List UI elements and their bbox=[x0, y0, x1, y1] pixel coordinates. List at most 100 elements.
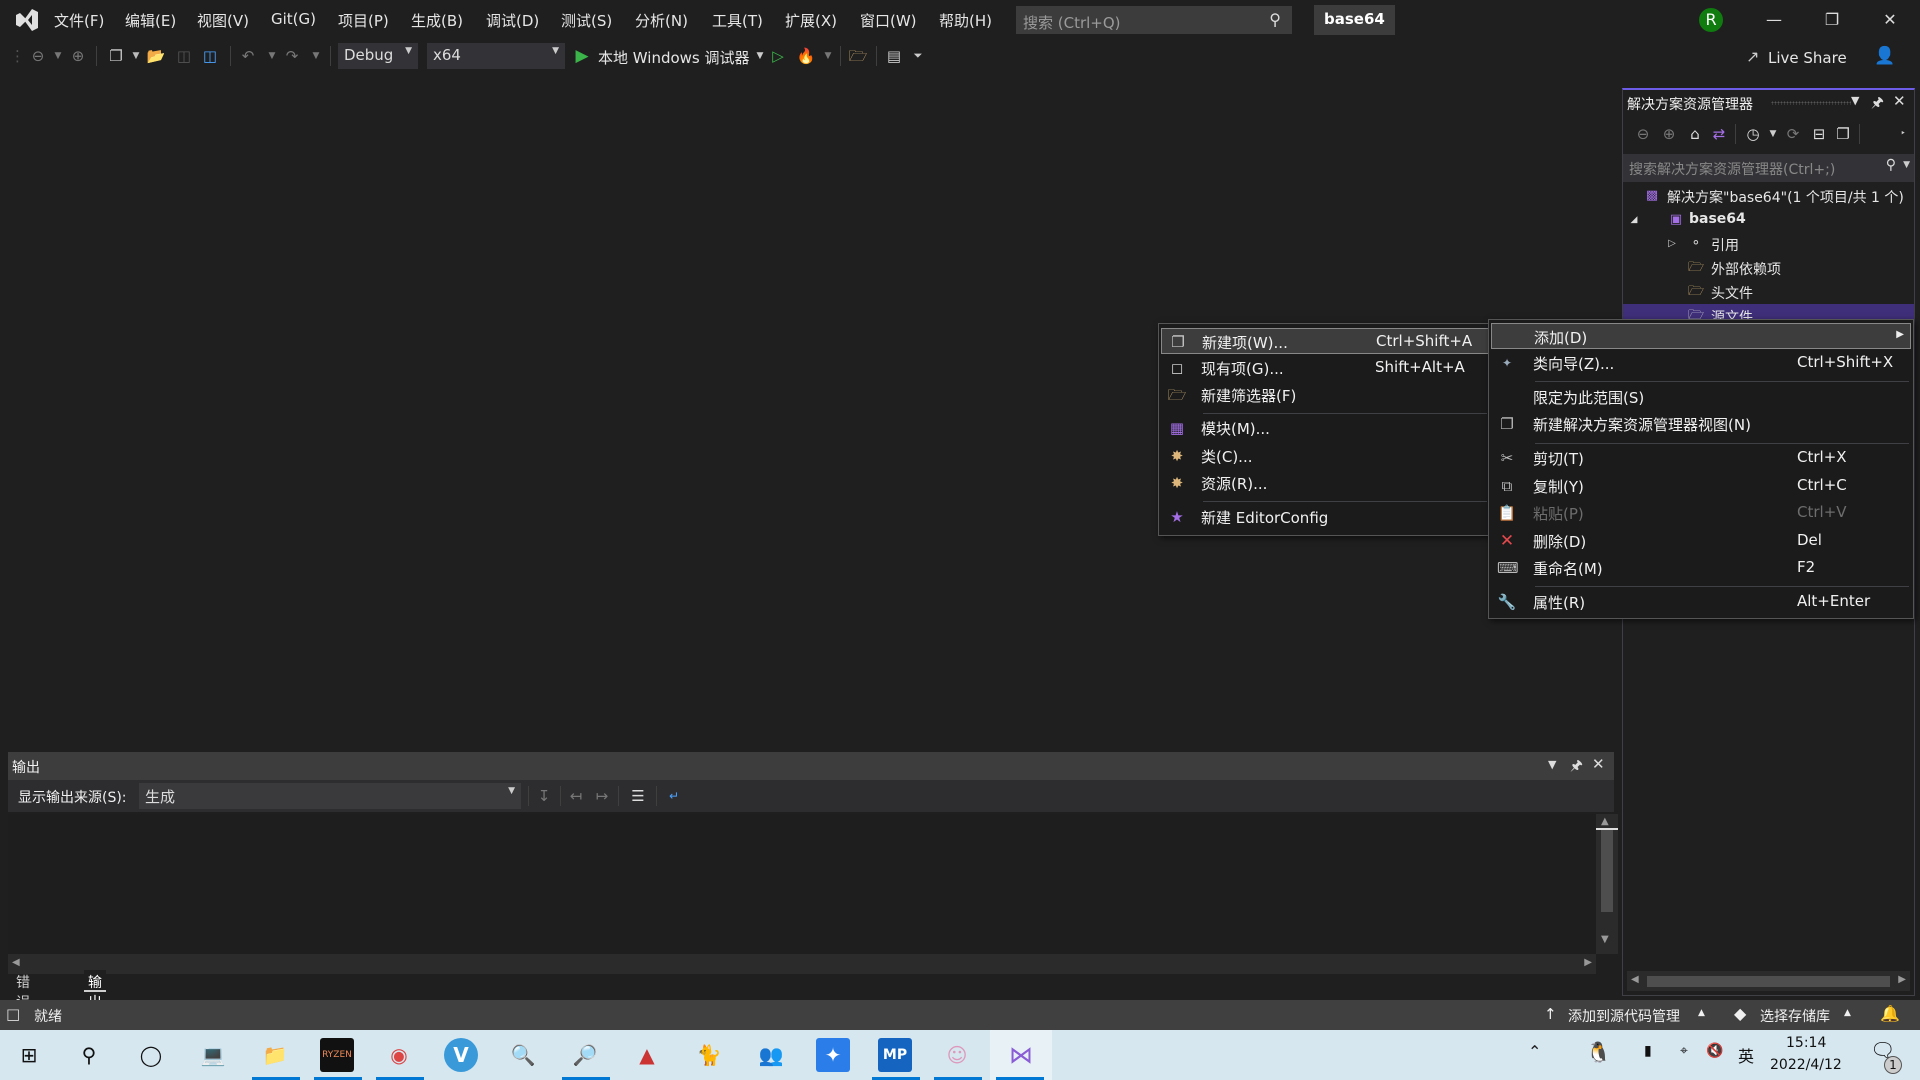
select-repository-button[interactable]: 选择存储库 bbox=[1760, 1006, 1830, 1026]
notification-bell-icon[interactable]: 🔔 bbox=[1880, 1004, 1900, 1023]
home-icon[interactable]: ⌂ bbox=[1685, 124, 1705, 144]
menu-view[interactable]: 视图(V) bbox=[197, 10, 249, 31]
scroll-right-icon[interactable]: ▶ bbox=[1898, 974, 1906, 985]
wifi-icon[interactable]: ⌖ bbox=[1680, 1043, 1688, 1059]
sync-icon[interactable]: ⟳ bbox=[1783, 124, 1803, 144]
menu-item-copy[interactable]: ⧉ 复制(Y) Ctrl+C bbox=[1491, 473, 1911, 499]
cortana-icon[interactable]: ◯ bbox=[134, 1038, 168, 1072]
debug-target-dropdown-icon[interactable]: ▼ bbox=[750, 46, 770, 66]
menu-item-module[interactable]: ▦ 模块(M)... bbox=[1161, 415, 1489, 441]
minimize-button[interactable]: — bbox=[1754, 6, 1794, 34]
file-explorer-icon[interactable]: 📁 bbox=[258, 1038, 292, 1072]
save-all-icon[interactable]: ◫ bbox=[200, 46, 220, 66]
undo-icon[interactable]: ↶ bbox=[238, 46, 258, 66]
start-icon[interactable]: ⊞ bbox=[12, 1038, 46, 1072]
start-without-debug-icon[interactable]: ▷ bbox=[768, 46, 788, 66]
scrollbar-thumb[interactable] bbox=[1647, 976, 1890, 987]
clock-time[interactable]: 15:14 bbox=[1786, 1035, 1826, 1051]
navigate-back-icon[interactable]: ⊖ bbox=[28, 46, 48, 66]
menu-item-class-wizard[interactable]: ✦ 类向导(Z)... Ctrl+Shift+X bbox=[1491, 350, 1911, 376]
menu-item-rename[interactable]: ⌨ 重命名(M) F2 bbox=[1491, 555, 1911, 581]
this-pc-icon[interactable]: 💻 bbox=[196, 1038, 230, 1072]
output-source-select[interactable]: 生成 ▼ bbox=[139, 783, 521, 809]
window-layout-icon[interactable]: ▤ bbox=[884, 46, 904, 66]
show-all-files-icon[interactable]: ❐ bbox=[1833, 124, 1853, 144]
panel-menu-icon[interactable]: ▼ bbox=[1851, 94, 1859, 107]
menu-file[interactable]: 文件(F) bbox=[54, 10, 104, 31]
clear-all-icon[interactable]: ☰ bbox=[628, 786, 648, 806]
back-icon[interactable]: ⊖ bbox=[1633, 124, 1653, 144]
find-in-files-icon[interactable]: 🗁 bbox=[848, 46, 868, 66]
hot-reload-icon[interactable]: 🔥 bbox=[796, 46, 816, 66]
tab-error-list[interactable]: 错误列表 bbox=[12, 970, 34, 1051]
start-debug-button[interactable]: 本地 Windows 调试器 bbox=[598, 47, 750, 68]
menu-item-new-editorconfig[interactable]: ★ 新建 EditorConfig bbox=[1161, 504, 1489, 530]
hot-reload-dropdown-icon[interactable]: ▼ bbox=[818, 46, 838, 66]
configuration-select[interactable]: Debug ▼ bbox=[338, 43, 418, 69]
menu-build[interactable]: 生成(B) bbox=[411, 10, 463, 31]
mp-app-icon[interactable]: MP bbox=[878, 1038, 912, 1072]
menu-item-add[interactable]: 添加(D) ▶ bbox=[1491, 323, 1911, 349]
new-project-icon[interactable]: ❐ bbox=[106, 46, 126, 66]
previous-message-icon[interactable]: ↤ bbox=[566, 786, 586, 806]
scrollbar-thumb[interactable] bbox=[1601, 830, 1613, 912]
undo-dropdown-icon[interactable]: ▼ bbox=[262, 46, 282, 66]
output-text-area[interactable] bbox=[8, 814, 1596, 954]
solution-search-input[interactable]: 搜索解决方案资源管理器(Ctrl+;) ⚲ ▼ bbox=[1623, 154, 1914, 182]
menu-analyze[interactable]: 分析(N) bbox=[635, 10, 688, 31]
forward-icon[interactable]: ⊕ bbox=[1659, 124, 1679, 144]
switch-views-icon[interactable]: ⇄ bbox=[1709, 124, 1729, 144]
horizontal-scrollbar[interactable]: ◀ ▶ bbox=[1627, 971, 1910, 991]
live-share-button[interactable]: Live Share bbox=[1768, 49, 1847, 67]
volume-muted-icon[interactable]: 🔇 bbox=[1706, 1043, 1723, 1059]
platform-select[interactable]: x64 ▼ bbox=[427, 43, 565, 69]
menu-tools[interactable]: 工具(T) bbox=[712, 10, 763, 31]
navigate-forward-icon[interactable]: ⊕ bbox=[68, 46, 88, 66]
menu-item-scope-to-this[interactable]: 限定为此范围(S) bbox=[1491, 384, 1911, 410]
search-tool-2-icon[interactable]: 🔎 bbox=[568, 1038, 602, 1072]
vertical-scrollbar[interactable]: ▲ ▼ bbox=[1596, 814, 1618, 954]
save-icon[interactable]: ◫ bbox=[174, 46, 194, 66]
battery-icon[interactable]: ▮ bbox=[1644, 1043, 1652, 1059]
users-app-icon[interactable]: 👥 bbox=[754, 1038, 788, 1072]
search-tool-icon[interactable]: 🔍 bbox=[506, 1038, 540, 1072]
menu-extensions[interactable]: 扩展(X) bbox=[785, 10, 837, 31]
search-options-icon[interactable]: ▼ bbox=[1903, 160, 1910, 170]
restore-button[interactable]: ❐ bbox=[1812, 6, 1852, 34]
ime-indicator[interactable]: 英 bbox=[1738, 1043, 1754, 1067]
visual-studio-icon[interactable]: ⋈ bbox=[1004, 1038, 1038, 1072]
ryzen-master-icon[interactable]: RYZEN bbox=[320, 1038, 354, 1072]
menu-project[interactable]: 项目(P) bbox=[338, 10, 389, 31]
menu-item-properties[interactable]: 🔧 属性(R) Alt+Enter bbox=[1491, 589, 1911, 615]
anime-app-icon[interactable]: ☺ bbox=[940, 1038, 974, 1072]
expanded-arrow-icon[interactable]: ◢ bbox=[1625, 212, 1643, 228]
close-button[interactable]: ✕ bbox=[1870, 6, 1910, 34]
scroll-left-icon[interactable]: ◀ bbox=[12, 957, 20, 968]
menu-item-new-item[interactable]: ❐ 新建项(W)... Ctrl+Shift+A bbox=[1161, 328, 1489, 354]
collapsed-arrow-icon[interactable]: ▷ bbox=[1663, 236, 1681, 252]
close-panel-icon[interactable]: ✕ bbox=[1893, 92, 1906, 110]
qq-icon[interactable]: 🐧 bbox=[1586, 1040, 1611, 1064]
menu-debug[interactable]: 调试(D) bbox=[486, 10, 539, 31]
toolbar-options-icon[interactable]: ⏷ bbox=[908, 46, 928, 66]
menu-item-class[interactable]: ✸ 类(C)... bbox=[1161, 443, 1489, 469]
feedback-icon[interactable]: 👤 bbox=[1874, 46, 1895, 66]
menu-item-existing-item[interactable]: ◻ 现有项(G)... Shift+Alt+A bbox=[1161, 355, 1489, 381]
tree-item-header-files[interactable]: 🗁 头文件 bbox=[1623, 280, 1914, 304]
go-to-line-icon[interactable]: ↧ bbox=[534, 786, 554, 806]
menu-help[interactable]: 帮助(H) bbox=[939, 10, 992, 31]
word-wrap-icon[interactable]: ↵ bbox=[664, 786, 684, 806]
open-file-icon[interactable]: 📂 bbox=[146, 46, 166, 66]
tree-item-external-deps[interactable]: 🗁 外部依赖项 bbox=[1623, 256, 1914, 280]
tree-item-project[interactable]: ◢ ▣ base64 bbox=[1623, 208, 1914, 232]
start-debug-icon[interactable]: ▶ bbox=[572, 46, 592, 66]
horizontal-scrollbar[interactable]: ◀ ▶ bbox=[8, 954, 1596, 974]
panel-menu-icon[interactable]: ▼ bbox=[1548, 758, 1556, 771]
account-avatar[interactable]: R bbox=[1699, 8, 1723, 32]
cat-app-icon[interactable]: 🐈 bbox=[692, 1038, 726, 1072]
menu-item-delete[interactable]: ✕ 删除(D) Del bbox=[1491, 528, 1911, 554]
tab-output[interactable]: 输出 bbox=[84, 970, 106, 1011]
menu-test[interactable]: 测试(S) bbox=[561, 10, 612, 31]
panel-drag-handle[interactable] bbox=[1771, 101, 1851, 105]
next-message-icon[interactable]: ↦ bbox=[592, 786, 612, 806]
